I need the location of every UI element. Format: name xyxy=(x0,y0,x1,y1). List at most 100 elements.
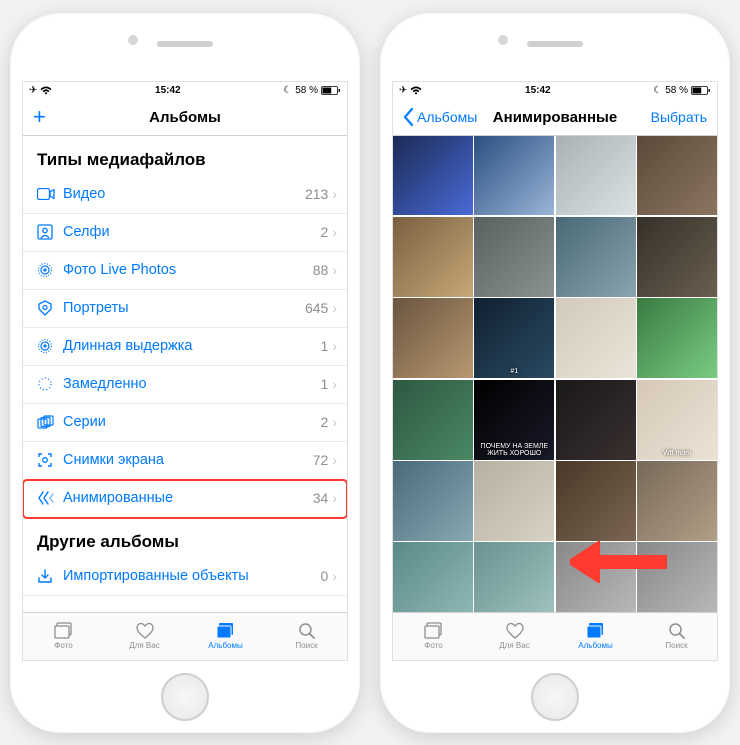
tab-photos[interactable]: Фото xyxy=(393,613,474,660)
photos-tab-icon xyxy=(424,622,444,640)
chevron-right-icon: › xyxy=(332,186,337,202)
photo-thumbnail[interactable] xyxy=(393,217,473,297)
photo-thumbnail[interactable] xyxy=(637,542,717,611)
tab-label: Для Вас xyxy=(499,641,529,650)
tab-label: Поиск xyxy=(665,641,687,650)
row-label: Анимированные xyxy=(63,490,313,506)
photo-thumbnail[interactable] xyxy=(393,136,473,216)
home-button[interactable] xyxy=(161,673,209,721)
add-button[interactable]: + xyxy=(33,104,46,130)
battery-text: 58 % xyxy=(295,85,318,96)
row-count: 88 xyxy=(313,262,329,278)
row-label: Портреты xyxy=(63,300,305,316)
status-time: 15:42 xyxy=(155,85,181,96)
chevron-right-icon: › xyxy=(332,300,337,316)
row-label: Замедленно xyxy=(63,376,321,392)
row-portraits[interactable]: Портреты 645 › xyxy=(23,290,347,328)
row-imported[interactable]: Импортированные объекты 0 › xyxy=(23,558,347,596)
photo-thumbnail[interactable] xyxy=(474,217,554,297)
row-live-photos[interactable]: Фото Live Photos 88 › xyxy=(23,252,347,290)
chevron-right-icon: › xyxy=(332,338,337,354)
row-label: Селфи xyxy=(63,224,321,240)
photo-thumbnail[interactable] xyxy=(556,542,636,611)
selfie-icon xyxy=(37,224,63,240)
back-button[interactable]: Альбомы xyxy=(403,108,477,126)
photo-thumbnail[interactable] xyxy=(637,136,717,216)
albums-content[interactable]: Типы медиафайлов Видео 213 › Селфи 2 › Ф… xyxy=(23,136,347,612)
search-tab-icon xyxy=(668,622,686,640)
row-label: Длинная выдержка xyxy=(63,338,321,354)
tab-label: Фото xyxy=(54,641,72,650)
albums-tab-icon xyxy=(216,622,236,640)
photo-thumbnail[interactable] xyxy=(637,298,717,378)
foryou-tab-icon xyxy=(136,622,154,640)
screen-left: ✈︎ 15:42 ☾ 58 % + Альбомы Типы медиафайл… xyxy=(22,81,348,661)
photo-thumbnail[interactable] xyxy=(393,380,473,460)
row-count: 72 xyxy=(313,452,329,468)
wifi-icon xyxy=(40,86,52,95)
row-videos[interactable]: Видео 213 › xyxy=(23,176,347,214)
row-animated[interactable]: Анимированные 34 › xyxy=(23,480,347,518)
tab-label: Фото xyxy=(424,641,442,650)
row-count: 213 xyxy=(305,186,328,202)
photos-tab-icon xyxy=(54,622,74,640)
thumbnail-overlay-text: ПОЧЕМУ НА ЗЕМЛЕ ЖИТЬ ХОРОШО xyxy=(474,443,554,457)
photo-thumbnail[interactable] xyxy=(393,461,473,541)
tab-search[interactable]: Поиск xyxy=(266,613,347,660)
row-slomo[interactable]: Замедленно 1 › xyxy=(23,366,347,404)
nav-bar: Альбомы Анимированные Выбрать xyxy=(393,100,717,136)
photo-thumbnail[interactable] xyxy=(556,217,636,297)
tab-label: Для Вас xyxy=(129,641,159,650)
animated-icon xyxy=(37,490,63,506)
row-long-exposure[interactable]: Длинная выдержка 1 › xyxy=(23,328,347,366)
thumbnail-overlay-text: Wtf mom xyxy=(637,450,717,457)
search-tab-icon xyxy=(298,622,316,640)
photo-thumbnail[interactable] xyxy=(393,542,473,611)
photo-thumbnail[interactable] xyxy=(474,542,554,611)
screenshot-icon xyxy=(37,452,63,468)
grid-content[interactable]: #1 ПОЧЕМУ НА ЗЕМЛЕ ЖИТЬ ХОРОШО Wtf mom xyxy=(393,136,717,612)
row-bursts[interactable]: Серии 2 › xyxy=(23,404,347,442)
row-label: Видео xyxy=(63,186,305,202)
section-media-types: Типы медиафайлов xyxy=(23,136,347,176)
photo-thumbnail[interactable] xyxy=(637,461,717,541)
row-count: 2 xyxy=(321,414,329,430)
tab-albums[interactable]: Альбомы xyxy=(185,613,266,660)
row-selfies[interactable]: Селфи 2 › xyxy=(23,214,347,252)
slomo-icon xyxy=(37,376,63,392)
tab-bar: Фото Для Вас Альбомы Поиск xyxy=(393,612,717,660)
photo-thumbnail[interactable] xyxy=(474,461,554,541)
status-bar: ✈︎ 15:42 ☾ 58 % xyxy=(393,82,717,100)
foryou-tab-icon xyxy=(506,622,524,640)
photo-thumbnail[interactable] xyxy=(474,136,554,216)
home-button[interactable] xyxy=(531,673,579,721)
row-count: 1 xyxy=(321,338,329,354)
photo-thumbnail[interactable] xyxy=(637,217,717,297)
tab-search[interactable]: Поиск xyxy=(636,613,717,660)
nav-bar: + Альбомы xyxy=(23,100,347,136)
screen-right: ✈︎ 15:42 ☾ 58 % Альбомы Анимированные Вы… xyxy=(392,81,718,661)
chevron-right-icon: › xyxy=(332,224,337,240)
row-screenshots[interactable]: Снимки экрана 72 › xyxy=(23,442,347,480)
tab-for-you[interactable]: Для Вас xyxy=(104,613,185,660)
albums-tab-icon xyxy=(586,622,606,640)
battery-text: 58 % xyxy=(665,85,688,96)
photo-thumbnail[interactable] xyxy=(556,136,636,216)
photo-thumbnail[interactable]: Wtf mom xyxy=(637,380,717,460)
burst-icon xyxy=(37,415,63,429)
photo-thumbnail[interactable] xyxy=(556,380,636,460)
tab-for-you[interactable]: Для Вас xyxy=(474,613,555,660)
tab-photos[interactable]: Фото xyxy=(23,613,104,660)
photo-thumbnail[interactable] xyxy=(556,298,636,378)
status-bar: ✈︎ 15:42 ☾ 58 % xyxy=(23,82,347,100)
photo-thumbnail[interactable]: #1 xyxy=(474,298,554,378)
chevron-right-icon: › xyxy=(332,376,337,392)
photo-thumbnail[interactable] xyxy=(556,461,636,541)
select-button[interactable]: Выбрать xyxy=(651,109,707,125)
nav-title: Альбомы xyxy=(149,109,221,126)
photo-thumbnail[interactable]: ПОЧЕМУ НА ЗЕМЛЕ ЖИТЬ ХОРОШО xyxy=(474,380,554,460)
tab-albums[interactable]: Альбомы xyxy=(555,613,636,660)
photo-thumbnail[interactable] xyxy=(393,298,473,378)
row-count: 1 xyxy=(321,376,329,392)
row-count: 34 xyxy=(313,490,329,506)
